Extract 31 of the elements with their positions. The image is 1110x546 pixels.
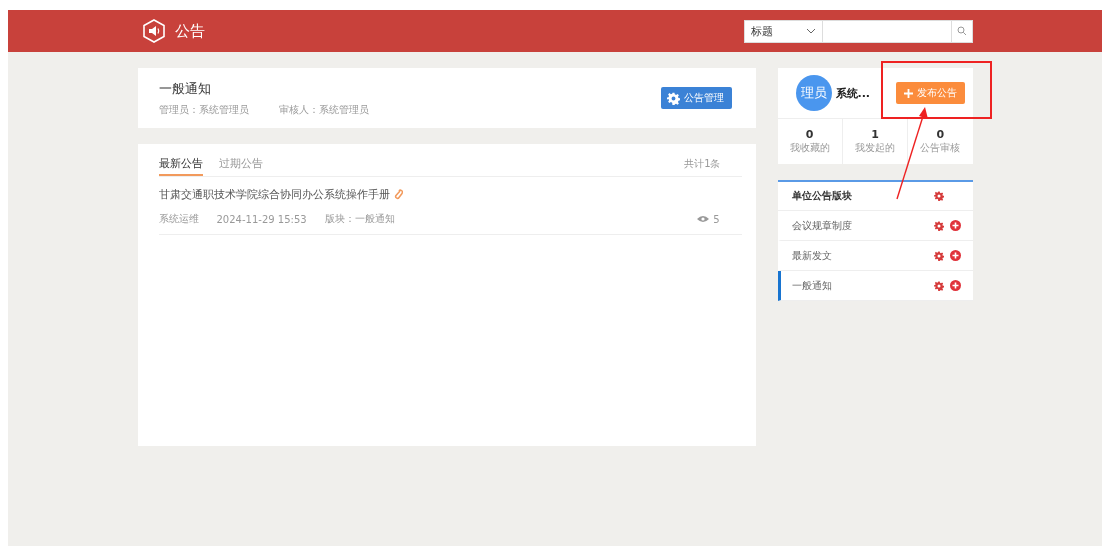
eye-icon (697, 215, 710, 223)
section-item[interactable]: 一般通知 (777, 271, 973, 301)
plus-circle-icon[interactable] (949, 280, 961, 291)
plus-circle-icon[interactable] (949, 220, 961, 231)
board-title: 一般通知 (158, 79, 212, 98)
section-item[interactable]: 最新发文 (777, 241, 973, 271)
plus-icon (903, 88, 913, 98)
section-item[interactable]: 会议规章制度 (777, 211, 973, 241)
reviewer-label: 审核人：系统管理员 (278, 102, 369, 117)
gear-icon[interactable] (933, 220, 944, 231)
stat-value: 1 (871, 128, 879, 141)
time-label: 2024-11-29 15:53 (216, 213, 307, 225)
avatar: 理员 (795, 75, 832, 111)
gear-icon (666, 91, 680, 105)
manage-button[interactable]: 公告管理 (660, 87, 732, 109)
view-count: 5 (713, 213, 720, 225)
total-count: 共计1条 (684, 157, 721, 171)
admin-label: 管理员：系统管理员 (158, 102, 249, 117)
tab[interactable]: 最新公告 (158, 156, 203, 176)
speaker-icon (142, 19, 165, 43)
gear-icon[interactable] (933, 250, 944, 261)
plus-circle-icon[interactable] (949, 250, 961, 261)
gear-icon[interactable] (933, 280, 944, 291)
user-name: 系统... (835, 85, 872, 101)
stat-value: 0 (936, 128, 945, 141)
sections-title: 单位公告版块 (791, 189, 852, 203)
author-label: 系统运维 (158, 212, 199, 226)
gear-icon[interactable] (933, 191, 944, 201)
stat-value: 0 (805, 128, 814, 141)
page-title: 公告 (174, 21, 205, 41)
notice-title-link[interactable]: 甘肃交通职技术学院综合协同办公系统操作手册 (158, 187, 390, 202)
